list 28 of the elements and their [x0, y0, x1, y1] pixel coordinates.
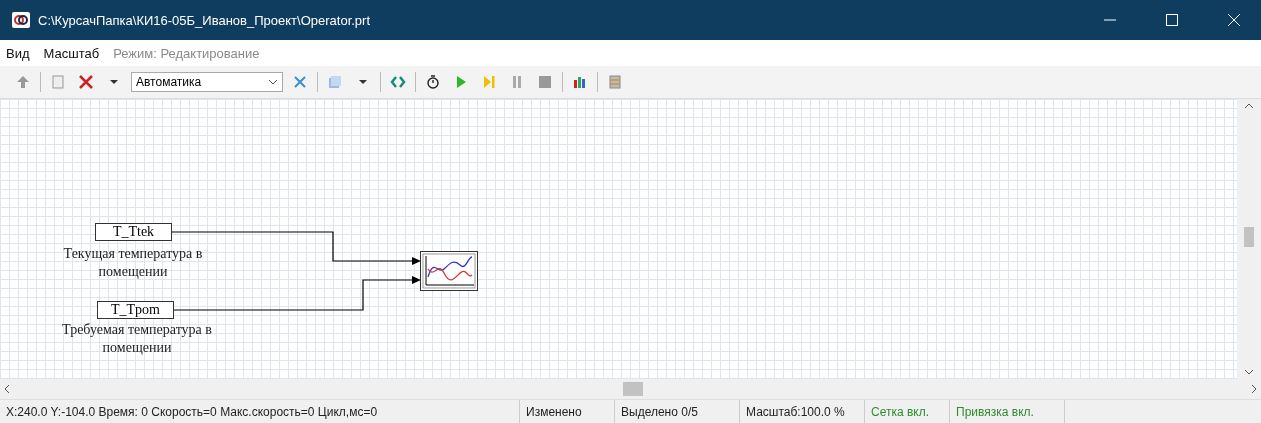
tag-block[interactable]: T_Tpom: [97, 301, 174, 319]
scrollbar-thumb[interactable]: [1244, 227, 1254, 247]
tag-caption: Текущая температура в помещении: [62, 245, 204, 281]
status-text: Изменено: [520, 400, 615, 423]
status-text: Масштаб:100.0 %: [740, 400, 865, 423]
tag-block[interactable]: T_Ttek: [95, 223, 172, 241]
horizontal-scrollbar[interactable]: [0, 379, 1261, 399]
tag-caption: Требуемая температура в помещении: [61, 321, 213, 357]
app-logo-icon: [12, 12, 30, 28]
menu-item: Режим: Редактирование: [113, 45, 260, 61]
close-icon: [1228, 14, 1240, 26]
mode-select[interactable]: Автоматика: [131, 72, 283, 92]
scroll-up-icon[interactable]: [1244, 103, 1254, 109]
scroll-left-icon[interactable]: [4, 384, 10, 394]
menu-item[interactable]: Масштаб: [43, 45, 100, 61]
scrollbar-thumb[interactable]: [623, 382, 643, 396]
window-title: C:\КурсачПапка\КИ16-05Б_Иванов_Проект\Operator.prt: [38, 12, 372, 28]
scroll-down-icon[interactable]: [1244, 369, 1254, 375]
status-text: Выделено 0/5: [615, 400, 740, 423]
maximize-icon: [1166, 14, 1178, 26]
scroll-right-icon[interactable]: [1251, 384, 1257, 394]
menu-item[interactable]: Вид: [6, 45, 30, 61]
status-text: Привязка вкл.: [950, 400, 1065, 423]
vertical-scrollbar[interactable]: [1237, 99, 1261, 379]
trend-chart-block[interactable]: [420, 251, 478, 291]
chevron-down-icon: [268, 79, 278, 85]
status-text: Сетка вкл.: [865, 400, 950, 423]
status-text: X:240.0 Y:-104.0 Время: 0 Скорость=0 Макс.скорость=0 Цикл,мс=0: [0, 400, 520, 423]
